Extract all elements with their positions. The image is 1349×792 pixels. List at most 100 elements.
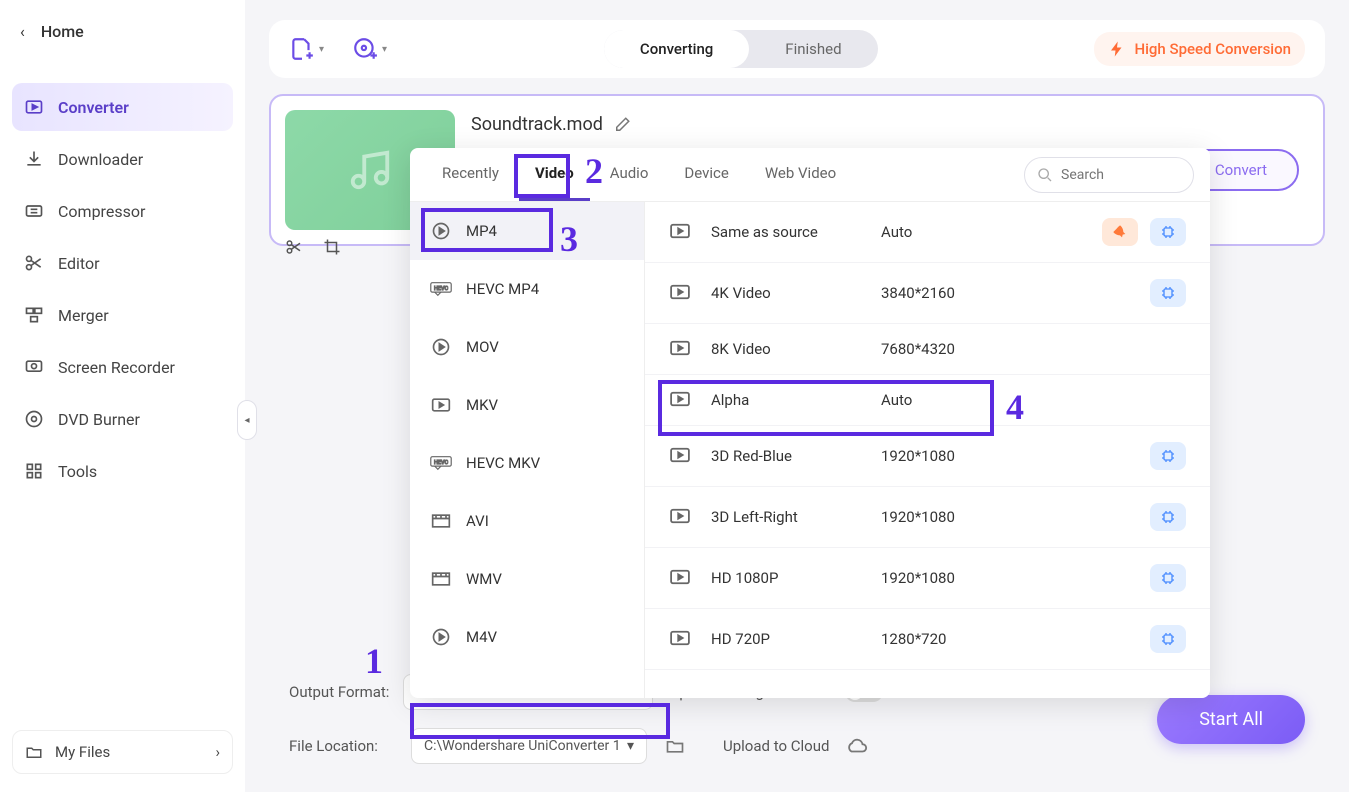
preset-row[interactable]: HD 720P1280*720 [645, 609, 1210, 670]
preset-row[interactable]: 3D Left-Right1920*1080 [645, 487, 1210, 548]
preset-row[interactable]: 8K Video7680*4320 [645, 324, 1210, 375]
format-label: WMV [466, 570, 502, 588]
popup-tab-device[interactable]: Device [668, 148, 744, 201]
film-icon [430, 568, 452, 590]
nav-label: Merger [58, 306, 109, 325]
sidebar-item-tools[interactable]: Tools [12, 447, 233, 495]
svg-text:HEVC: HEVC [434, 286, 449, 292]
sidebar-item-merger[interactable]: Merger [12, 291, 233, 339]
cut-icon[interactable] [285, 238, 305, 258]
home-label: Home [41, 22, 84, 41]
grid-icon [24, 461, 44, 481]
search-input[interactable] [1061, 167, 1181, 183]
sidebar-item-converter[interactable]: Converter [12, 83, 233, 131]
open-folder-icon[interactable] [661, 732, 689, 760]
download-icon [24, 149, 44, 169]
preset-resolution: Auto [881, 223, 1021, 241]
svg-text:HEVC: HEVC [434, 460, 449, 466]
sidebar-item-editor[interactable]: Editor [12, 239, 233, 287]
format-avi[interactable]: AVI [410, 492, 644, 550]
chevron-down-icon: ▾ [382, 44, 387, 55]
format-wmv[interactable]: WMV [410, 550, 644, 608]
high-speed-badge[interactable]: High Speed Conversion [1094, 32, 1305, 66]
tab-converting[interactable]: Converting [604, 30, 749, 68]
nav-label: Editor [58, 254, 99, 273]
sidebar-item-screen-recorder[interactable]: Screen Recorder [12, 343, 233, 391]
popup-tab-recently[interactable]: Recently [426, 148, 515, 201]
lightning-icon [1108, 40, 1126, 58]
edit-name-icon[interactable] [613, 116, 631, 134]
nav-label: Screen Recorder [58, 358, 175, 377]
my-files-button[interactable]: My Files › [12, 730, 233, 774]
video-rect-icon [669, 630, 693, 648]
start-all-button[interactable]: Start All [1157, 695, 1305, 744]
format-list: MP4 HEVCHEVC MP4 MOV MKV HEVC HEVC MKV AV… [410, 202, 645, 698]
preset-resolution: 7680*4320 [881, 340, 1021, 358]
chevron-down-icon: ▾ [319, 44, 324, 55]
compressor-icon [24, 201, 44, 221]
format-mp4[interactable]: MP4 [410, 202, 644, 260]
preset-actions [1102, 218, 1186, 246]
toolbar: ▾ ▾ Converting Finished High Speed Conve… [269, 20, 1325, 78]
gpu-chip-icon[interactable] [1150, 279, 1186, 307]
gpu-chip-icon[interactable] [1150, 442, 1186, 470]
format-m4v[interactable]: M4V [410, 608, 644, 666]
gpu-chip-icon[interactable] [1150, 503, 1186, 531]
format-search[interactable] [1024, 157, 1194, 193]
cloud-icon[interactable] [843, 732, 871, 760]
rocket-icon[interactable] [1102, 218, 1138, 246]
tab-finished[interactable]: Finished [749, 30, 877, 68]
popup-header: Recently Video Audio Device Web Video [410, 148, 1210, 202]
preset-name: 3D Left-Right [711, 508, 881, 526]
format-mkv[interactable]: MKV [410, 376, 644, 434]
popup-tab-video[interactable]: Video [519, 148, 590, 201]
sidebar-item-downloader[interactable]: Downloader [12, 135, 233, 183]
chevron-down-icon: ▾ [627, 738, 634, 754]
preset-name: HD 720P [711, 630, 881, 648]
status-tabs: Converting Finished [604, 30, 878, 68]
format-mov[interactable]: MOV [410, 318, 644, 376]
scissors-icon [24, 253, 44, 273]
gpu-chip-icon[interactable] [1150, 218, 1186, 246]
upload-label: Upload to Cloud [723, 737, 829, 755]
nav-label: Converter [58, 98, 129, 117]
gpu-chip-icon[interactable] [1150, 625, 1186, 653]
video-rect-icon [669, 223, 693, 241]
home-button[interactable]: ‹ Home [0, 10, 245, 53]
crop-icon[interactable] [323, 238, 343, 258]
preset-name: 3D Red-Blue [711, 447, 881, 465]
sidebar-item-dvd-burner[interactable]: DVD Burner [12, 395, 233, 443]
gpu-chip-icon[interactable] [1150, 564, 1186, 592]
format-label: HEVC MKV [466, 454, 540, 472]
preset-row[interactable]: 4K Video3840*2160 [645, 263, 1210, 324]
preset-actions [1150, 442, 1186, 470]
format-hevc-mp4[interactable]: HEVCHEVC MP4 [410, 260, 644, 318]
preset-row[interactable]: AlphaAuto [645, 375, 1210, 426]
popup-tab-web-video[interactable]: Web Video [749, 148, 852, 201]
my-files-label: My Files [55, 743, 110, 761]
nav-label: Downloader [58, 150, 143, 169]
output-format-label: Output Format: [289, 683, 389, 701]
preset-name: Same as source [711, 223, 881, 241]
format-label: AVI [466, 512, 489, 530]
preset-resolution: Auto [881, 391, 1021, 409]
popup-tab-audio[interactable]: Audio [594, 148, 665, 201]
screen-recorder-icon [24, 357, 44, 377]
preset-row[interactable]: 3D Red-Blue1920*1080 [645, 426, 1210, 487]
preset-resolution: 1920*1080 [881, 447, 1021, 465]
sidebar-item-compressor[interactable]: Compressor [12, 187, 233, 235]
file-name: Soundtrack.mod [471, 114, 603, 135]
preset-row[interactable]: Same as sourceAuto [645, 202, 1210, 263]
add-disc-button[interactable]: ▾ [352, 36, 387, 62]
nav-list: Converter Downloader Compressor Editor M… [0, 83, 245, 495]
nav-label: Tools [58, 462, 97, 481]
preset-name: HD 1080P [711, 569, 881, 587]
preset-row[interactable]: HD 1080P1920*1080 [645, 548, 1210, 609]
merger-icon [24, 305, 44, 325]
nav-label: DVD Burner [58, 410, 140, 429]
format-hevc-mkv[interactable]: HEVC HEVC MKV [410, 434, 644, 492]
file-location-dropdown[interactable]: C:\Wondershare UniConverter 1 ▾ [411, 728, 647, 764]
add-file-button[interactable]: ▾ [289, 36, 324, 62]
video-rect-icon [669, 391, 693, 409]
file-location-value: C:\Wondershare UniConverter 1 [424, 738, 621, 754]
